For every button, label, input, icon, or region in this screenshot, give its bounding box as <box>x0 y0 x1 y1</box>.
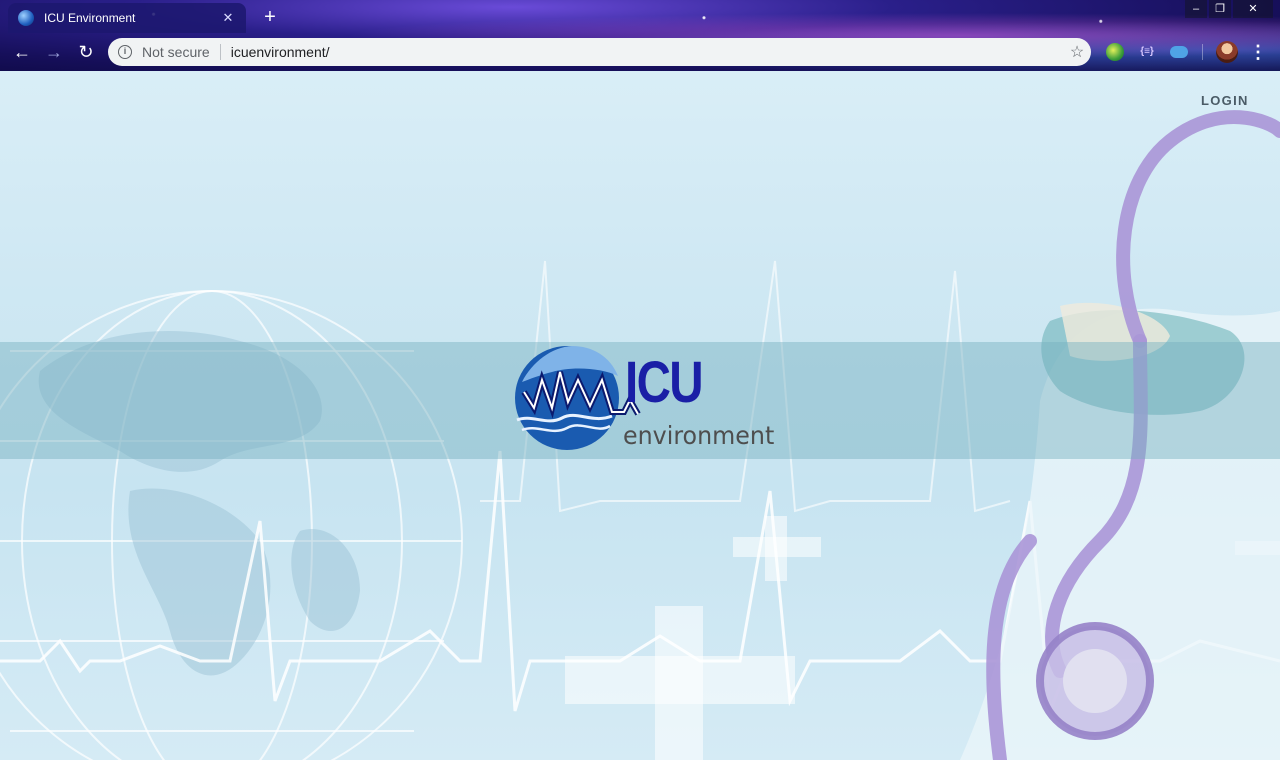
globe-extension-icon[interactable] <box>1106 43 1124 61</box>
address-bar[interactable]: i Not secure icuenvironment/ ☆ <box>108 38 1091 66</box>
back-button[interactable]: ← <box>10 40 34 64</box>
forward-button[interactable]: → <box>42 40 66 64</box>
tab-title: ICU Environment <box>44 11 136 25</box>
window-maximize-button[interactable]: ❐ <box>1209 0 1231 18</box>
info-icon[interactable]: i <box>118 45 132 59</box>
cloud-extension-icon[interactable] <box>1170 46 1188 58</box>
window-minimize-button[interactable]: – <box>1185 0 1207 18</box>
browser-tab[interactable]: ICU Environment ✕ <box>8 3 246 33</box>
security-label[interactable]: Not secure <box>142 44 210 60</box>
profile-avatar[interactable] <box>1216 41 1238 63</box>
tab-close-icon[interactable]: ✕ <box>220 10 236 26</box>
browser-menu-button[interactable]: ⋮ <box>1248 40 1268 64</box>
globe-favicon-icon <box>18 10 34 26</box>
window-close-button[interactable]: ✕ <box>1233 0 1273 18</box>
url-text[interactable]: icuenvironment/ <box>231 44 1063 60</box>
login-link[interactable]: LOGIN <box>1201 93 1249 108</box>
code-extension-icon[interactable]: {≡} <box>1138 43 1156 61</box>
logo-secondary-text: environment <box>623 421 775 450</box>
page-body: LOGIN ICU environment <box>0 71 1280 760</box>
new-tab-button[interactable]: + <box>258 6 282 30</box>
toolbar-divider <box>1202 44 1203 60</box>
logo-primary-text: ICU <box>625 350 704 415</box>
reload-button[interactable]: ↻ <box>74 40 98 64</box>
omnibox-divider <box>219 44 221 60</box>
browser-chrome: ICU Environment ✕ + – ❐ ✕ ← → ↻ i Not se… <box>0 0 1280 71</box>
star-icon[interactable]: ☆ <box>1063 42 1091 62</box>
